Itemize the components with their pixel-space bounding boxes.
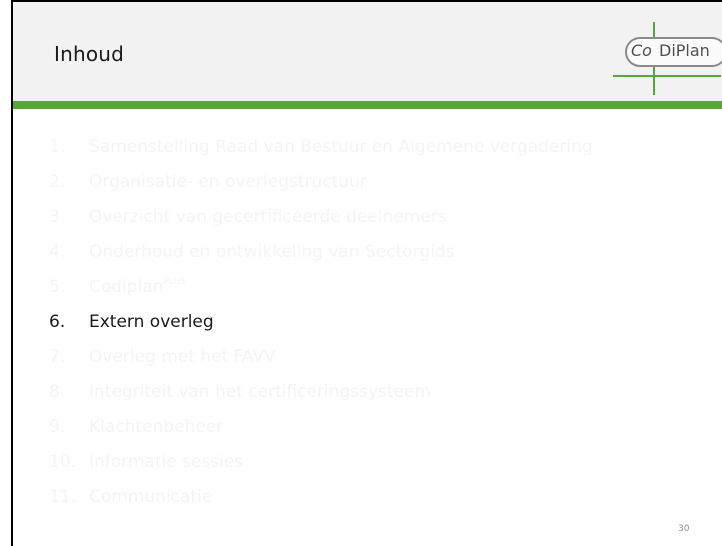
agenda-item-number: 8. <box>49 382 66 402</box>
agenda-item-superscript: PLUS <box>163 277 186 288</box>
slide: Inhoud Co DiPlan 1. Samenstelling Raad va… <box>11 0 722 546</box>
agenda-item-number: 7. <box>49 347 66 367</box>
agenda-item-number: 10. <box>49 452 77 472</box>
agenda-item-text: Overzicht van gecertificeerde deelnemers <box>89 207 447 227</box>
agenda-item: 11. Communicatie <box>49 487 593 522</box>
agenda-item-number: 2. <box>49 172 66 192</box>
codiplan-logo: Co DiPlan <box>613 22 722 95</box>
agenda-item: 5. CodiplanPLUS <box>49 277 593 312</box>
agenda-item: 4. Onderhoud en ontwikkeling van Sectorgi… <box>49 242 593 277</box>
agenda-item: 2. Organisatie- en overlegstructuur <box>49 172 593 207</box>
logo-text-co: Co <box>631 41 652 60</box>
agenda-list: 1. Samenstelling Raad van Bestuur en Alge… <box>49 137 593 522</box>
agenda-item-number: 9. <box>49 417 66 437</box>
agenda-item: 9. Klachtenbeheer <box>49 417 593 452</box>
agenda-item: 10. Informatie sessies <box>49 452 593 487</box>
slide-title: Inhoud <box>54 42 125 66</box>
logo-horizontal-line <box>613 75 721 77</box>
agenda-item-number: 6. <box>49 312 66 332</box>
header-accent-bar <box>13 101 722 109</box>
agenda-item-number: 5. <box>49 277 66 297</box>
agenda-item: 7. Overleg met het FAVV <box>49 347 593 382</box>
agenda-item-text: Communicatie <box>89 487 213 507</box>
agenda-item-text: Samenstelling Raad van Bestuur en Algeme… <box>89 137 593 157</box>
agenda-item-active: 6. Extern overleg <box>49 312 593 347</box>
agenda-item-number: 11. <box>49 487 77 507</box>
agenda-item-number: 3. <box>49 207 66 227</box>
agenda-item: 8. Integriteit van het certificeringssyst… <box>49 382 593 417</box>
agenda-item-text: Extern overleg <box>89 312 214 332</box>
agenda-item: 1. Samenstelling Raad van Bestuur en Alge… <box>49 137 593 172</box>
agenda-item: 3. Overzicht van gecertificeerde deelneme… <box>49 207 593 242</box>
agenda-item-text: Klachtenbeheer <box>89 417 224 437</box>
page-number: 30 <box>678 524 690 534</box>
agenda-item-number: 4. <box>49 242 66 262</box>
agenda-item-text: Overleg met het FAVV <box>89 347 276 367</box>
logo-text-diplan: DiPlan <box>659 41 710 60</box>
agenda-item-text: Integriteit van het certificeringssystee… <box>89 382 432 402</box>
agenda-item-text: Organisatie- en overlegstructuur <box>89 172 367 192</box>
agenda-item-text: Onderhoud en ontwikkeling van Sectorgids <box>89 242 455 262</box>
agenda-item-text: Codiplan <box>89 277 164 297</box>
agenda-item-number: 1. <box>49 137 66 157</box>
slide-header: Inhoud Co DiPlan <box>13 2 722 101</box>
agenda-item-text: Informatie sessies <box>89 452 244 472</box>
